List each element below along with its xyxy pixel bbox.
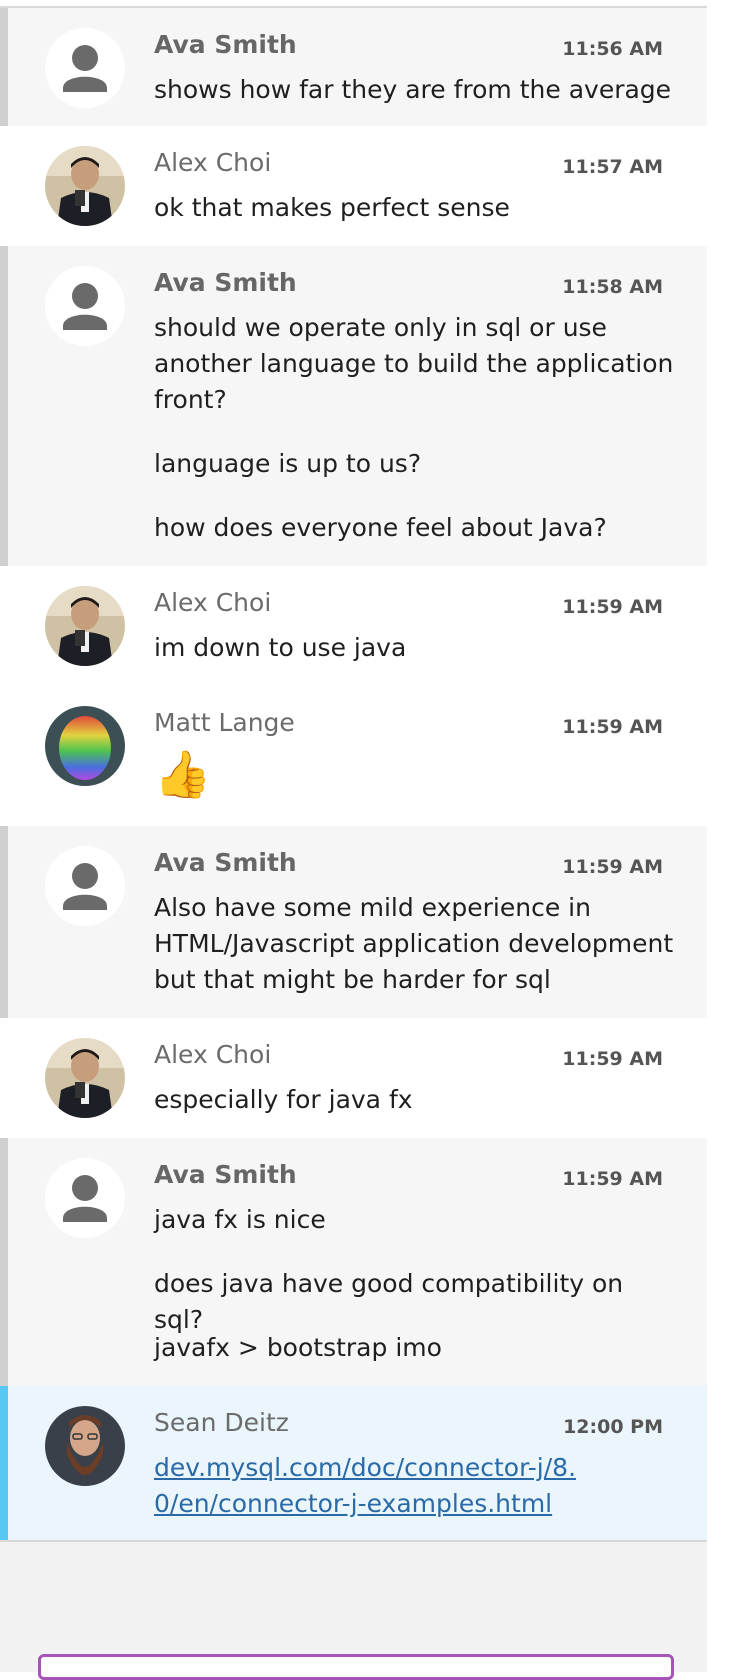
message-item-highlighted: Sean Deitz 12:00 PM dev.mysql.com/doc/co…	[0, 1386, 707, 1540]
message-text: javafx > bootstrap imo	[154, 1333, 442, 1362]
timestamp: 11:56 AM	[562, 38, 663, 60]
default-user-avatar[interactable]	[45, 266, 125, 346]
person-icon	[63, 1175, 107, 1222]
message-text: should we operate only in sql or use ano…	[154, 313, 674, 414]
default-user-avatar[interactable]	[45, 1158, 125, 1238]
user-photo	[45, 1038, 125, 1118]
message-text: shows how far they are from the average	[154, 75, 672, 104]
message-text: im down to use java	[154, 633, 407, 662]
person-icon	[63, 45, 107, 92]
author-name[interactable]: Ava Smith	[154, 848, 297, 877]
message-item: Ava Smith 11:56 AM shows how far they ar…	[0, 8, 707, 126]
message-text: especially for java fx	[154, 1085, 413, 1114]
default-user-avatar[interactable]	[45, 846, 125, 926]
message-text: does java have good compatibility on sql…	[154, 1269, 624, 1334]
user-photo	[45, 1406, 125, 1486]
timestamp: 11:58 AM	[562, 276, 663, 298]
avatar-alex-choi[interactable]	[45, 586, 125, 666]
avatar-alex-choi[interactable]	[45, 1038, 125, 1118]
author-name[interactable]: Ava Smith	[154, 30, 297, 59]
message-item: Matt Lange 11:59 AM 👍	[0, 686, 707, 826]
message-text: java fx is nice	[154, 1205, 326, 1234]
timestamp: 11:57 AM	[562, 156, 663, 178]
author-name[interactable]: Matt Lange	[154, 708, 295, 737]
avatar-alex-choi[interactable]	[45, 146, 125, 226]
thumbs-up-emoji: 👍	[154, 747, 212, 801]
message-item: Ava Smith 11:59 AM Also have some mild e…	[0, 826, 707, 1018]
timestamp: 11:59 AM	[562, 856, 663, 878]
user-photo	[45, 706, 125, 786]
message-input[interactable]	[38, 1654, 674, 1680]
timestamp: 11:59 AM	[562, 596, 663, 618]
message-text: language is up to us?	[154, 449, 422, 478]
message-item: Ava Smith 11:59 AM java fx is nice does …	[0, 1138, 707, 1386]
author-name[interactable]: Ava Smith	[154, 1160, 297, 1189]
author-name[interactable]: Alex Choi	[154, 588, 271, 617]
timestamp: 11:59 AM	[562, 1168, 663, 1190]
author-name[interactable]: Alex Choi	[154, 148, 271, 177]
author-name[interactable]: Ava Smith	[154, 268, 297, 297]
right-gutter	[707, 0, 754, 1672]
default-user-avatar[interactable]	[45, 28, 125, 108]
top-divider	[0, 0, 754, 8]
timestamp: 11:59 AM	[562, 716, 663, 738]
author-name[interactable]: Sean Deitz	[154, 1408, 289, 1437]
message-item: Alex Choi 11:59 AM im down to use java	[0, 566, 707, 686]
composer-area	[0, 1540, 707, 1680]
message-feed: Ava Smith 11:56 AM shows how far they ar…	[0, 8, 707, 1540]
message-text: Also have some mild experience in HTML/J…	[154, 893, 674, 994]
message-item: Alex Choi 11:57 AM ok that makes perfect…	[0, 126, 707, 246]
user-photo	[45, 586, 125, 666]
person-icon	[63, 283, 107, 330]
person-icon	[63, 863, 107, 910]
avatar-sean-deitz[interactable]	[45, 1406, 125, 1486]
message-text: how does everyone feel about Java?	[154, 513, 607, 542]
message-item: Ava Smith 11:58 AM should we operate onl…	[0, 246, 707, 566]
user-photo	[45, 146, 125, 226]
avatar-matt-lange[interactable]	[45, 706, 125, 786]
message-link[interactable]: dev.mysql.com/doc/connector-j/8.0/en/con…	[154, 1450, 594, 1522]
author-name[interactable]: Alex Choi	[154, 1040, 271, 1069]
timestamp: 11:59 AM	[562, 1048, 663, 1070]
message-item: Alex Choi 11:59 AM especially for java f…	[0, 1018, 707, 1138]
message-text: ok that makes perfect sense	[154, 193, 510, 222]
timestamp: 12:00 PM	[563, 1416, 663, 1438]
